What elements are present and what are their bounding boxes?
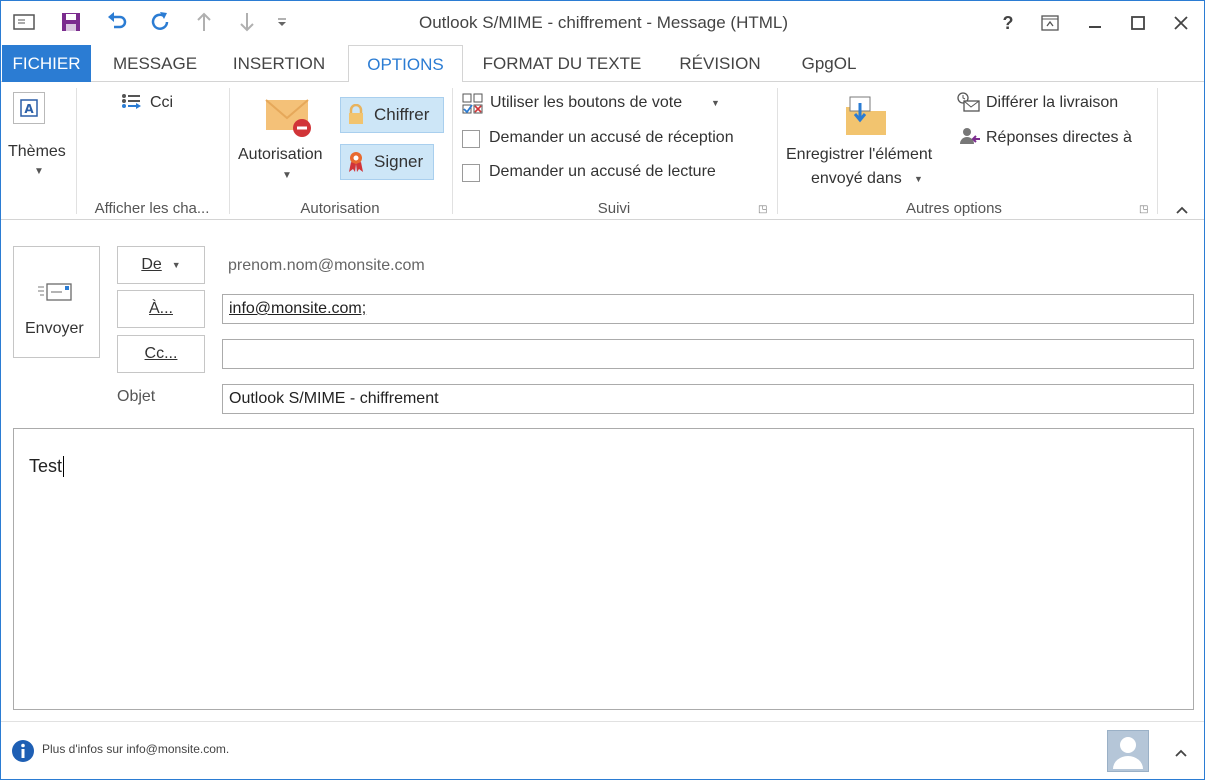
- collapse-ribbon-icon[interactable]: [1175, 202, 1189, 220]
- permission-group-label: Autorisation: [300, 200, 380, 217]
- ribbon-tabs: FICHIER MESSAGE INSERTION OPTIONS FORMAT…: [1, 45, 1204, 83]
- sign-button[interactable]: Signer: [340, 144, 434, 180]
- ribbon-separator: [777, 88, 778, 214]
- message-icon[interactable]: [11, 9, 37, 35]
- redo-icon[interactable]: [147, 9, 173, 35]
- save-sent-item-icon[interactable]: [844, 95, 888, 142]
- to-field[interactable]: info@monsite.com;: [222, 294, 1194, 324]
- save-sent-item-label-line1[interactable]: Enregistrer l'élément: [786, 146, 932, 164]
- from-address: prenom.nom@monsite.com: [228, 257, 425, 274]
- from-dropdown-icon: ▼: [171, 260, 181, 270]
- ribbon-separator: [1157, 88, 1158, 214]
- delay-delivery-icon: [956, 91, 980, 118]
- ribbon-separator: [452, 88, 453, 214]
- contact-avatar[interactable]: [1107, 730, 1149, 772]
- body-text[interactable]: Test: [29, 456, 65, 477]
- help-button[interactable]: ?: [993, 9, 1023, 37]
- tab-revision[interactable]: RÉVISION: [669, 45, 771, 82]
- voting-dropdown-icon[interactable]: ▼: [711, 98, 720, 108]
- outlook-message-window: Outlook S/MIME - chiffrement - Message (…: [0, 0, 1205, 780]
- permission-envelope-icon[interactable]: [265, 96, 315, 140]
- bcc-button[interactable]: Cci: [150, 94, 173, 112]
- send-label: Envoyer: [25, 320, 84, 337]
- cc-field[interactable]: [222, 339, 1194, 369]
- maximize-button[interactable]: [1123, 9, 1153, 37]
- ribbon-separator: [76, 88, 77, 214]
- vote-icon: [462, 93, 484, 120]
- other-options-group-label: Autres options: [906, 200, 1002, 217]
- subject-label: Objet: [117, 388, 156, 405]
- save-sent-item-dropdown-icon[interactable]: ▼: [914, 174, 923, 184]
- themes-icon[interactable]: A: [13, 92, 45, 124]
- svg-text:A: A: [24, 102, 34, 116]
- tab-format-du-texte[interactable]: FORMAT DU TEXTE: [475, 45, 649, 82]
- direct-replies-button[interactable]: Réponses directes à: [986, 129, 1132, 147]
- window-title: Outlook S/MIME - chiffrement - Message (…: [418, 13, 789, 32]
- delivery-receipt-label[interactable]: Demander un accusé de réception: [489, 129, 734, 147]
- tab-options[interactable]: OPTIONS: [348, 45, 463, 83]
- close-button[interactable]: [1166, 9, 1196, 37]
- send-button[interactable]: Envoyer: [13, 246, 100, 358]
- bcc-icon: [121, 93, 143, 111]
- down-arrow-icon[interactable]: [234, 9, 260, 35]
- cc-label: Cc...: [144, 345, 178, 362]
- tracking-dialog-launcher-icon[interactable]: ◳: [758, 204, 767, 215]
- themes-button-label[interactable]: Thèmes: [8, 143, 66, 161]
- ribbon-display-button[interactable]: [1035, 9, 1065, 37]
- cc-button[interactable]: Cc...: [117, 335, 205, 373]
- from-label: De: [141, 256, 162, 273]
- direct-replies-icon: [958, 126, 982, 153]
- to-recipient[interactable]: info@monsite.com;: [229, 300, 366, 317]
- info-text[interactable]: Plus d'infos sur info@monsite.com.: [42, 742, 229, 756]
- ribbon: A Thèmes ▼ Cci Afficher les cha... Autor…: [1, 82, 1204, 220]
- permission-dropdown-icon[interactable]: ▼: [282, 170, 292, 181]
- encrypt-button[interactable]: Chiffrer: [340, 97, 444, 133]
- send-envelope-icon: [36, 281, 76, 308]
- tab-insertion[interactable]: INSERTION: [223, 45, 335, 82]
- people-pane-bar: Plus d'infos sur info@monsite.com.: [1, 721, 1204, 779]
- themes-dropdown-icon[interactable]: ▼: [34, 166, 44, 177]
- encrypt-label: Chiffrer: [374, 105, 430, 124]
- subject-field[interactable]: Outlook S/MIME - chiffrement: [222, 384, 1194, 414]
- undo-icon[interactable]: [104, 9, 130, 35]
- delivery-receipt-checkbox[interactable]: [462, 130, 480, 148]
- other-options-dialog-launcher-icon[interactable]: ◳: [1139, 204, 1148, 215]
- read-receipt-checkbox[interactable]: [462, 164, 480, 182]
- tab-fichier[interactable]: FICHIER: [2, 45, 91, 82]
- from-button[interactable]: De ▼: [117, 246, 205, 284]
- sign-label: Signer: [374, 152, 424, 171]
- lock-icon: [347, 103, 365, 131]
- expand-people-pane-icon[interactable]: [1174, 745, 1188, 763]
- message-body[interactable]: Test: [13, 428, 1194, 710]
- info-icon: [11, 739, 35, 768]
- tab-gpgol[interactable]: GpgOL: [789, 45, 869, 82]
- up-arrow-icon[interactable]: [191, 9, 217, 35]
- permission-button-label[interactable]: Autorisation: [238, 146, 323, 164]
- show-fields-group-label: Afficher les cha...: [94, 200, 210, 217]
- to-button[interactable]: À...: [117, 290, 205, 328]
- voting-buttons-dropdown[interactable]: Utiliser les boutons de vote: [490, 94, 682, 112]
- save-sent-item-label-line2[interactable]: envoyé dans: [811, 170, 902, 188]
- ribbon-award-icon: [347, 151, 365, 178]
- tracking-group-label: Suivi: [597, 200, 631, 217]
- ribbon-separator: [229, 88, 230, 214]
- customize-icon[interactable]: [269, 9, 295, 35]
- minimize-button[interactable]: [1080, 9, 1110, 37]
- delay-delivery-button[interactable]: Différer la livraison: [986, 94, 1118, 112]
- save-icon[interactable]: [58, 9, 84, 35]
- read-receipt-label[interactable]: Demander un accusé de lecture: [489, 163, 716, 181]
- tab-message[interactable]: MESSAGE: [105, 45, 205, 82]
- to-label: À...: [148, 300, 173, 317]
